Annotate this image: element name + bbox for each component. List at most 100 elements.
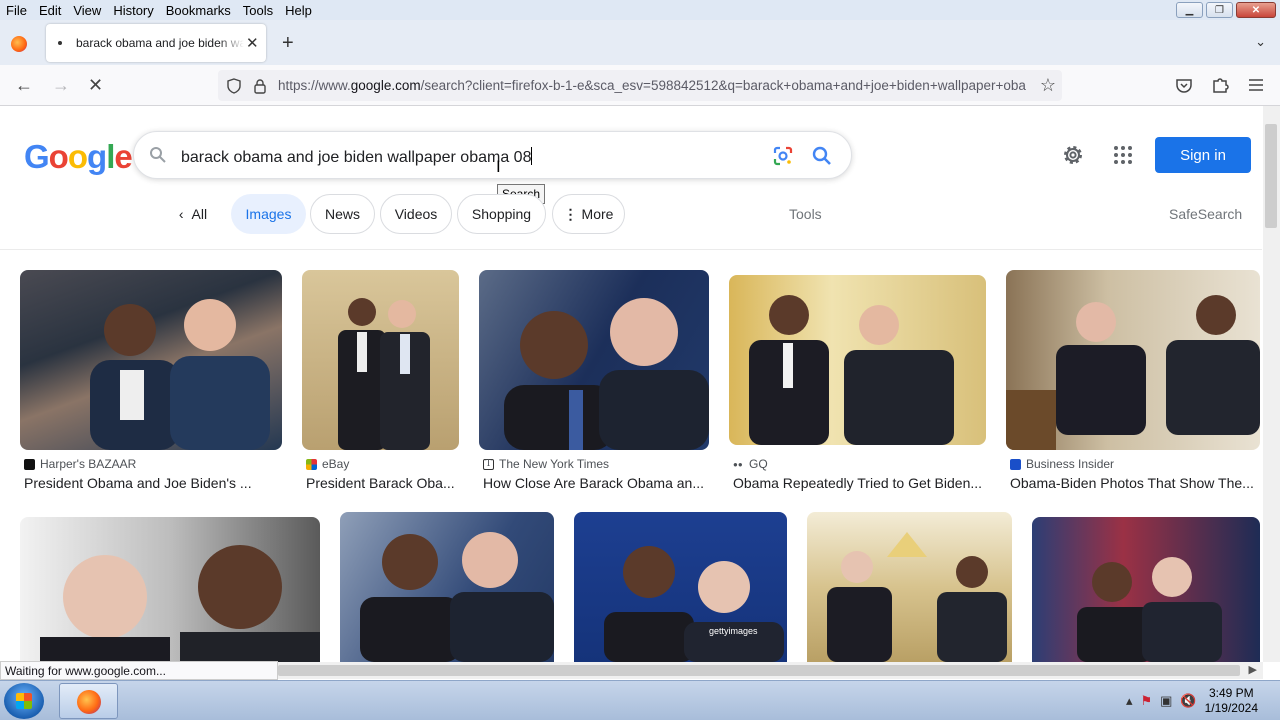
chip-all-label: All bbox=[191, 206, 208, 222]
result-image-10[interactable] bbox=[1032, 517, 1260, 662]
menu-history[interactable]: History bbox=[107, 3, 159, 18]
result-image-9[interactable] bbox=[807, 512, 1012, 662]
chip-images[interactable]: Images bbox=[231, 194, 306, 234]
close-tab-icon[interactable]: ✕ bbox=[246, 34, 259, 52]
network-icon[interactable]: ▣ bbox=[1160, 693, 1172, 709]
google-apps-grid-icon[interactable] bbox=[1113, 145, 1133, 165]
menu-file[interactable]: File bbox=[0, 3, 33, 18]
chip-news[interactable]: News bbox=[310, 194, 375, 234]
minimize-button[interactable]: ▁ bbox=[1176, 2, 1203, 18]
tools-button[interactable]: Tools bbox=[789, 206, 822, 222]
window-controls: ▁ ❐ ✕ bbox=[1176, 2, 1276, 18]
vertical-scrollbar[interactable] bbox=[1263, 106, 1280, 662]
settings-gear-icon[interactable] bbox=[1061, 143, 1085, 167]
bookmark-star-icon[interactable]: ☆ bbox=[1040, 75, 1056, 96]
ebay-favicon-icon bbox=[306, 458, 317, 470]
chevron-left-icon: ‹ bbox=[178, 206, 184, 222]
list-all-tabs-chevron-icon[interactable]: ⌄ bbox=[1255, 34, 1266, 50]
result-image-4[interactable] bbox=[729, 275, 986, 445]
result-image-6[interactable] bbox=[20, 517, 320, 662]
result-title-4[interactable]: Obama Repeatedly Tried to Get Biden... bbox=[733, 475, 986, 491]
chip-all[interactable]: ‹ All bbox=[170, 194, 216, 234]
pocket-icon[interactable] bbox=[1175, 76, 1193, 94]
google-lens-icon[interactable] bbox=[772, 145, 794, 167]
result-title-3[interactable]: How Close Are Barack Obama an... bbox=[483, 475, 709, 491]
result-image-5[interactable] bbox=[1006, 270, 1260, 450]
navigation-bar: ← → ✕ https://www.google.com/search?clie… bbox=[0, 65, 1280, 106]
show-hidden-icons-chevron-icon[interactable]: ▴ bbox=[1126, 693, 1133, 709]
menu-help[interactable]: Help bbox=[279, 3, 318, 18]
header-divider bbox=[0, 249, 1262, 250]
horizontal-scroll-thumb[interactable] bbox=[278, 665, 1240, 676]
result-image-3[interactable] bbox=[479, 270, 709, 450]
text-caret bbox=[531, 147, 533, 165]
gq-favicon-icon: ●● bbox=[733, 458, 744, 470]
clock-date: 1/19/2024 bbox=[1204, 701, 1258, 715]
result-title-1[interactable]: President Obama and Joe Biden's ... bbox=[24, 475, 282, 491]
chip-more[interactable]: ⋮ More bbox=[552, 194, 625, 234]
google-logo[interactable]: Google bbox=[24, 138, 133, 176]
search-icon bbox=[150, 147, 166, 163]
url-text[interactable]: https://www.google.com/search?client=fir… bbox=[278, 78, 1026, 93]
chip-videos[interactable]: Videos bbox=[380, 194, 452, 234]
chip-shopping[interactable]: Shopping bbox=[457, 194, 546, 234]
result-image-1[interactable] bbox=[20, 270, 282, 450]
more-vert-icon: ⋮ bbox=[563, 205, 578, 222]
taskbar-firefox-button[interactable] bbox=[59, 683, 118, 719]
result-image-8[interactable]: gettyimages bbox=[574, 512, 787, 662]
result-image-9-art bbox=[827, 532, 1007, 662]
result-image-7[interactable] bbox=[340, 512, 554, 662]
new-tab-button[interactable]: + bbox=[282, 32, 294, 55]
volume-muted-icon[interactable]: 🔇 bbox=[1180, 693, 1196, 709]
result-image-3-art bbox=[504, 298, 709, 450]
forward-arrow-icon[interactable]: → bbox=[52, 75, 70, 96]
result-title-2[interactable]: President Barack Oba... bbox=[306, 475, 459, 491]
result-source-3-label: The New York Times bbox=[499, 457, 610, 471]
system-tray: ▴ ⚑ ▣ 🔇 3:49 PM 1/19/2024 bbox=[1126, 681, 1280, 720]
active-tab[interactable]: barack obama and joe biden wallpaper oba… bbox=[46, 24, 266, 62]
back-arrow-icon[interactable]: ← bbox=[15, 75, 33, 96]
menu-bar: File Edit View History Bookmarks Tools H… bbox=[0, 0, 1280, 20]
menu-view[interactable]: View bbox=[67, 3, 107, 18]
action-center-flag-icon[interactable]: ⚑ bbox=[1140, 693, 1152, 709]
search-submit-icon[interactable] bbox=[811, 145, 833, 167]
chip-more-label: More bbox=[581, 206, 614, 222]
shield-icon[interactable] bbox=[226, 77, 242, 94]
menu-bookmarks[interactable]: Bookmarks bbox=[160, 3, 237, 18]
search-box[interactable]: barack obama and joe biden wallpaper oba… bbox=[133, 131, 852, 179]
result-image-4-art bbox=[749, 295, 954, 445]
result-source-1-label: Harper's BAZAAR bbox=[40, 457, 137, 471]
result-source-5-label: Business Insider bbox=[1026, 457, 1115, 471]
nytimes-favicon-icon: T bbox=[483, 458, 494, 470]
close-window-button[interactable]: ✕ bbox=[1236, 2, 1276, 18]
extensions-puzzle-icon[interactable] bbox=[1211, 76, 1229, 94]
svg-text:gettyimages: gettyimages bbox=[709, 626, 758, 636]
menu-tools[interactable]: Tools bbox=[237, 3, 279, 18]
result-source-2[interactable]: eBay bbox=[306, 457, 349, 471]
result-title-5[interactable]: Obama-Biden Photos That Show The... bbox=[1010, 475, 1260, 491]
firefox-view-icon[interactable] bbox=[11, 36, 27, 52]
search-input[interactable]: barack obama and joe biden wallpaper oba… bbox=[181, 147, 533, 167]
result-image-2[interactable] bbox=[302, 270, 459, 450]
safesearch-button[interactable]: SafeSearch bbox=[1169, 206, 1242, 222]
restore-button[interactable]: ❐ bbox=[1206, 2, 1233, 18]
menu-edit[interactable]: Edit bbox=[33, 3, 67, 18]
address-bar[interactable]: https://www.google.com/search?client=fir… bbox=[218, 70, 1062, 101]
result-source-4[interactable]: ●● GQ bbox=[733, 457, 768, 471]
result-image-1-art bbox=[90, 299, 270, 450]
tab-bar: barack obama and joe biden wallpaper oba… bbox=[0, 20, 1280, 65]
sign-in-button[interactable]: Sign in bbox=[1155, 137, 1251, 173]
clock[interactable]: 3:49 PM 1/19/2024 bbox=[1205, 686, 1258, 716]
result-source-3[interactable]: T The New York Times bbox=[483, 457, 609, 471]
vertical-scroll-thumb[interactable] bbox=[1265, 124, 1277, 228]
result-source-4-label: GQ bbox=[749, 457, 768, 471]
result-image-10-art bbox=[1077, 557, 1222, 662]
stop-loading-icon[interactable]: ✕ bbox=[88, 75, 103, 96]
scroll-right-arrow-icon[interactable]: ▶ bbox=[1249, 663, 1257, 676]
lock-icon[interactable] bbox=[252, 78, 268, 94]
result-source-1[interactable]: Harper's BAZAAR bbox=[24, 457, 136, 471]
clock-time: 3:49 PM bbox=[1208, 686, 1254, 700]
hamburger-menu-icon[interactable] bbox=[1247, 76, 1265, 94]
start-button-windows-icon[interactable] bbox=[4, 683, 44, 719]
result-source-5[interactable]: Business Insider bbox=[1010, 457, 1114, 471]
